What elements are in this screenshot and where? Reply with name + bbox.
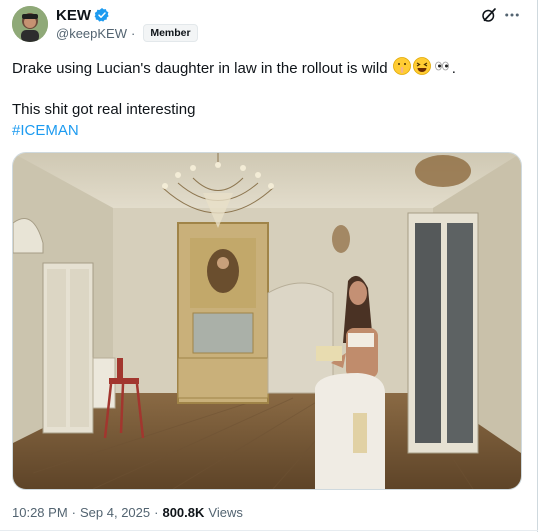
- views-label: Views: [208, 505, 243, 520]
- meta-separator: ·: [154, 505, 159, 520]
- views-count: 800.8K: [162, 505, 205, 520]
- hashtag-link[interactable]: #ICEMAN: [12, 121, 79, 141]
- author-handle-row: @keepKEW · Member: [56, 24, 198, 42]
- tweet-text: Drake using Lucian's daughter in law in …: [12, 56, 522, 79]
- tweet-meta: 10:28 PM · Sep 4, 2025 · 800.8K Views: [12, 505, 243, 520]
- meta-separator: ·: [71, 505, 76, 520]
- member-badge[interactable]: Member: [143, 24, 198, 42]
- tweet-media-image[interactable]: [12, 152, 522, 490]
- grinning-squinting-face-emoji-icon: [412, 57, 431, 75]
- author-handle[interactable]: @keepKEW: [56, 26, 127, 41]
- grok-icon[interactable]: [480, 6, 498, 24]
- tweet-line-2: This shit got real interesting: [12, 101, 196, 118]
- avatar-image: [12, 6, 48, 42]
- eyes-emoji-icon: [434, 61, 449, 71]
- shushing-face-emoji-icon: [392, 57, 411, 75]
- tweet-line-1: Drake using Lucian's daughter in law in …: [12, 60, 388, 77]
- photo-scene: [13, 153, 521, 489]
- verified-badge-icon[interactable]: [94, 7, 110, 23]
- author-name-row: KEW: [56, 6, 110, 24]
- tweet-divider: [0, 530, 538, 531]
- tweet-line-1-end: .: [451, 60, 456, 77]
- column-divider: [537, 0, 538, 532]
- tweet-time[interactable]: 10:28 PM: [12, 505, 68, 520]
- avatar[interactable]: [12, 6, 48, 42]
- handle-separator: ·: [131, 25, 136, 41]
- author-display-name[interactable]: KEW: [56, 7, 91, 24]
- tweet-date[interactable]: Sep 4, 2025: [80, 505, 150, 520]
- more-options-icon[interactable]: [503, 6, 521, 24]
